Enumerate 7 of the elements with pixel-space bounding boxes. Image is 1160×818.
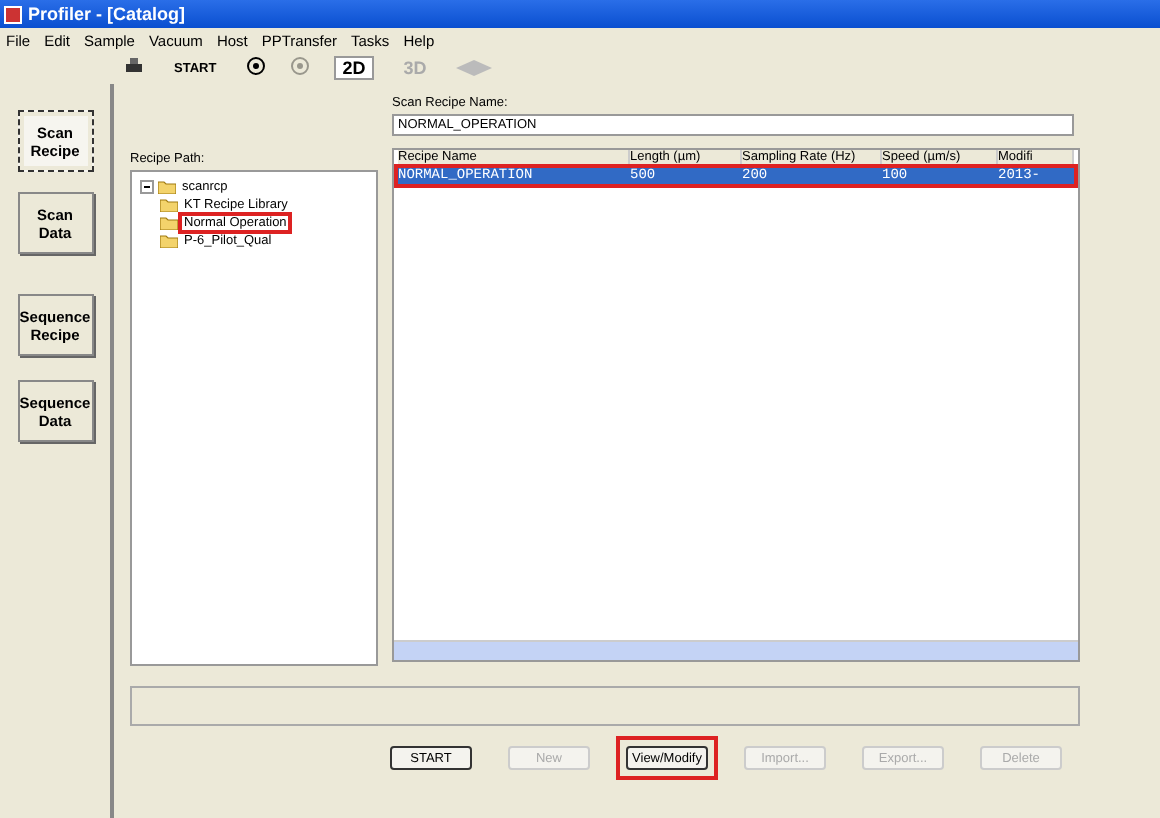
collapse-icon[interactable] (140, 180, 154, 194)
printer-icon[interactable] (124, 56, 144, 76)
dial-icon[interactable] (246, 56, 267, 76)
window-title: Profiler - [Catalog] (0, 0, 1160, 28)
view-mode-button[interactable]: 2D (334, 56, 374, 80)
app-icon (4, 5, 22, 23)
horizontal-scrollbar[interactable] (394, 640, 1078, 660)
